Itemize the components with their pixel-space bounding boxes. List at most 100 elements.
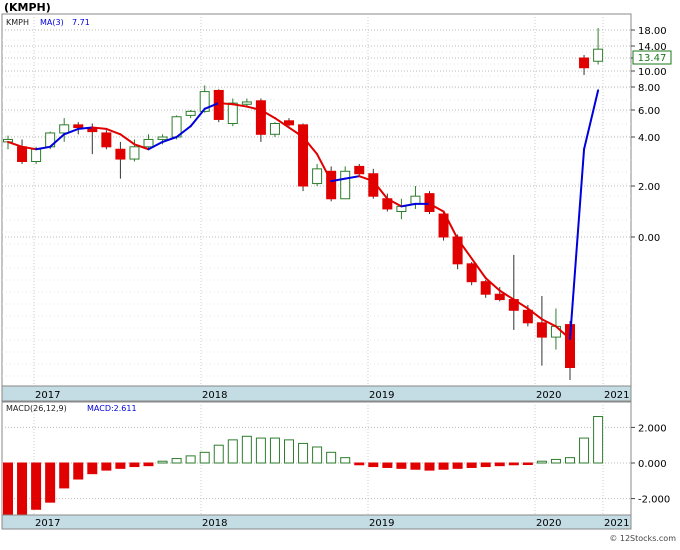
macd-bar (115, 462, 126, 469)
macd-bar (101, 462, 112, 471)
macd-year-label: 2018 (202, 518, 227, 529)
macd-bar (171, 458, 182, 464)
candle-body (494, 293, 505, 301)
year-label: 2020 (536, 390, 561, 401)
candle-body (17, 146, 28, 163)
macd-bar (508, 462, 519, 466)
macd-bar (227, 439, 238, 464)
macd-tick-label: 0.000 (638, 459, 667, 470)
site-credit: © 12Stocks.com (609, 534, 676, 543)
year-label: 2021 (604, 390, 629, 401)
candle-body (536, 322, 547, 338)
candle-body (424, 193, 435, 212)
macd-bar (326, 451, 337, 464)
macd-bar (185, 455, 196, 464)
macd-bar (550, 458, 561, 464)
legend-ticker: KMPH (6, 18, 29, 27)
ma-segment (91, 126, 108, 130)
year-label: 2019 (369, 390, 394, 401)
macd-bar (298, 442, 309, 464)
price-tick-label: 2.00 (638, 182, 660, 193)
candle-body (452, 236, 463, 265)
macd-bar (452, 462, 463, 469)
macd-year-label: 2017 (35, 518, 60, 529)
last-price-label: 13.47 (638, 53, 667, 64)
price-tick-label: 18.00 (638, 26, 667, 37)
year-label: 2018 (202, 390, 227, 401)
macd-bar (129, 462, 140, 468)
macd-bar (382, 462, 393, 468)
macd-bar (340, 457, 351, 464)
candle-body (31, 148, 42, 162)
candle-body (115, 148, 126, 160)
macd-bar (73, 462, 84, 480)
macd-bar (31, 462, 42, 510)
macd-bar (157, 460, 168, 464)
price-tick-label: 6.00 (638, 106, 660, 117)
candle-body (255, 100, 266, 135)
candle-body (312, 168, 323, 185)
macd-bar (17, 462, 28, 517)
candle-body (354, 165, 365, 175)
macd-bar (494, 462, 505, 467)
ticker-title: (KMPH) (4, 1, 51, 14)
macd-bar (241, 435, 252, 464)
candle-body (579, 57, 590, 69)
candle-body (157, 136, 168, 140)
macd-year-label: 2021 (604, 518, 629, 529)
macd-bar (143, 462, 154, 467)
candle-body (340, 170, 351, 200)
price-tick-label: 10.00 (638, 67, 667, 78)
macd-bar (424, 462, 435, 471)
macd-axis: 2.000 0.000 -2.000 (631, 423, 670, 506)
candle-body (480, 281, 491, 295)
macd-bar (410, 462, 421, 470)
year-label: 2017 (35, 390, 60, 401)
macd-bar (522, 462, 533, 465)
macd-tick-label: -2.000 (638, 495, 670, 506)
macd-bar (354, 462, 365, 466)
macd-legend-value: MACD:2.611 (87, 404, 137, 413)
main-plot-frame (1, 13, 632, 387)
legend-ma-value: 7.71 (72, 18, 90, 27)
macd-bar (199, 451, 210, 464)
macd-bar (45, 462, 56, 503)
macd-year-label: 2020 (536, 518, 561, 529)
candle-body (73, 124, 84, 129)
candle-body (185, 110, 196, 116)
macd-tick-label: 2.000 (638, 423, 667, 434)
candle-body (143, 138, 154, 148)
macd-year-label: 2019 (369, 518, 394, 529)
macd-bar (536, 460, 547, 464)
stock-chart: 18.0014.0012.0010.008.006.004.002.000.00… (0, 0, 680, 546)
macd-bar (59, 462, 70, 489)
macd-bar (593, 416, 604, 464)
macd-bar (579, 437, 590, 464)
candle-body (269, 123, 280, 135)
candle-body (101, 132, 112, 148)
macd-bar (255, 437, 266, 464)
macd-bar (312, 446, 323, 464)
legend-ma: MA(3) (40, 18, 64, 27)
macd-bar (213, 444, 224, 464)
price-tick-label: 8.00 (638, 83, 660, 94)
candle-body (241, 101, 252, 105)
price-tick-label: 0.00 (638, 233, 660, 244)
macd-bar (368, 462, 379, 468)
ma-segment (217, 102, 234, 106)
macd-bar (565, 457, 575, 464)
macd-bar (269, 437, 280, 464)
candle-body (466, 263, 477, 283)
candle-body (593, 48, 604, 62)
macd-bar (3, 462, 13, 521)
candle-body (227, 102, 238, 124)
chart-canvas: 18.0014.0012.0010.008.006.004.002.000.00… (1, 1, 676, 543)
macd-bar (396, 462, 407, 469)
macd-bar (284, 439, 294, 464)
candle-body (129, 146, 140, 160)
macd-bar (480, 462, 491, 468)
macd-bar (87, 462, 98, 475)
macd-bar (466, 462, 477, 468)
candle-body (410, 195, 421, 205)
ma-segment (77, 126, 94, 130)
